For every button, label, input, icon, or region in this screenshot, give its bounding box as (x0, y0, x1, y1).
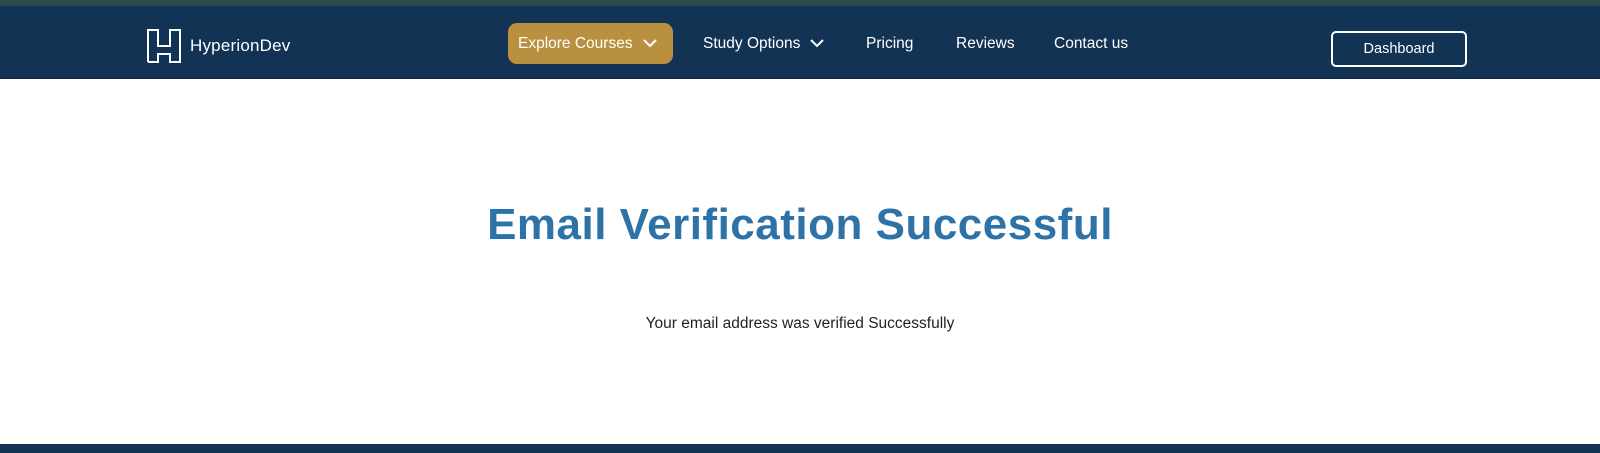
brand-logo-link[interactable]: HyperionDev (146, 28, 290, 64)
chevron-down-icon (810, 39, 825, 48)
nav-explore-courses-label: Explore Courses (518, 34, 633, 52)
nav-pricing[interactable]: Pricing (866, 23, 913, 64)
nav-contact-us-label: Contact us (1054, 34, 1129, 52)
page-title: Email Verification Successful (487, 200, 1113, 249)
nav-reviews-label: Reviews (956, 34, 1015, 52)
chevron-down-icon (642, 39, 657, 48)
nav-reviews[interactable]: Reviews (956, 23, 1015, 64)
nav-study-options[interactable]: Study Options (703, 23, 825, 64)
footer-strip (0, 444, 1600, 453)
nav-explore-courses[interactable]: Explore Courses (508, 23, 673, 64)
nav-contact-us[interactable]: Contact us (1054, 23, 1128, 64)
dashboard-button[interactable]: Dashboard (1331, 31, 1467, 67)
verification-message: Your email address was verified Successf… (645, 315, 955, 332)
hyperiondev-logo-icon (146, 28, 182, 64)
brand-name: HyperionDev (190, 36, 291, 55)
nav-pricing-label: Pricing (866, 34, 914, 52)
top-navbar: HyperionDev Explore Courses Study Option… (0, 6, 1600, 79)
nav-study-options-label: Study Options (703, 34, 801, 52)
